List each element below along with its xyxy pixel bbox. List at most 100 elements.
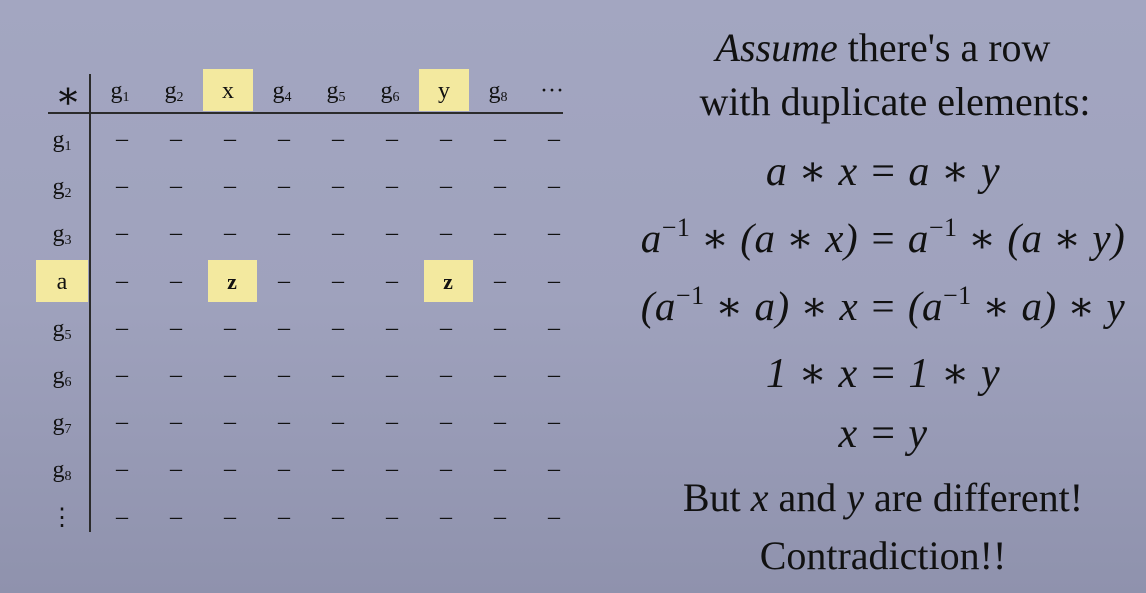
table-cell: – (170, 126, 182, 152)
equation-5: x = y (838, 411, 928, 457)
table-cell: – (278, 314, 290, 341)
table-horizontal-divider (48, 112, 563, 114)
table-cell: – (116, 173, 128, 200)
table-cell: – (386, 409, 398, 436)
inverse-exponent: −1 (942, 281, 972, 310)
table-cell: – (116, 126, 128, 152)
column-header: y (438, 78, 450, 104)
table-cell: – (332, 503, 344, 530)
table-cell: – (440, 314, 452, 341)
table-cell: – (494, 267, 506, 294)
equation-4: 1 ∗ x = 1 ∗ y (765, 351, 1001, 397)
column-header: g4 (272, 78, 292, 105)
table-cell: – (386, 126, 398, 152)
proof-panel: Assume there's a row with duplicate elem… (620, 0, 1146, 593)
column-header: ··· (540, 78, 564, 104)
table-cell: – (494, 220, 506, 247)
table-cell: – (170, 456, 182, 483)
table-cell: – (278, 267, 290, 294)
column-header: g2 (164, 78, 184, 105)
table-cell: – (494, 126, 506, 152)
table-cell: – (332, 220, 344, 247)
table-cell: – (116, 314, 128, 341)
table-cell: – (494, 362, 506, 388)
table-cell: – (494, 314, 506, 341)
but-line: But x and y are different! (682, 475, 1084, 520)
table-cell: – (548, 267, 560, 294)
table-cell: – (440, 126, 452, 152)
table-cell: – (548, 173, 560, 200)
table-cell: – (116, 267, 128, 294)
table-cell: – (224, 220, 236, 247)
table-cell: – (494, 409, 506, 436)
table-cell: – (224, 314, 236, 341)
table-cell-result: z (443, 268, 453, 294)
table-cell: – (278, 503, 290, 530)
table-cell: – (224, 409, 236, 436)
table-cell: – (386, 220, 398, 247)
table-cell: – (440, 220, 452, 247)
table-cell: – (386, 362, 398, 388)
table-cell: – (170, 314, 182, 341)
row-label: a (56, 268, 68, 295)
table-cell: – (116, 362, 128, 388)
table-cell: – (332, 456, 344, 483)
table-cell: – (386, 456, 398, 483)
assume-word: Assume (715, 25, 838, 70)
contradiction-line: Contradiction!! (759, 533, 1007, 578)
table-cell: – (170, 173, 182, 200)
inverse-exponent: −1 (675, 281, 705, 310)
table-cell: – (224, 126, 236, 152)
duplicate-elements-line: with duplicate elements: (699, 79, 1091, 124)
table-cell: – (548, 126, 560, 152)
table-cell: – (278, 362, 290, 388)
table-cell: – (116, 220, 128, 247)
row-label: g7 (52, 410, 72, 438)
table-cell: – (224, 456, 236, 483)
row-label: g6 (52, 363, 72, 390)
row-label: g8 (52, 457, 72, 485)
equation-3: (a−1 ∗ a) ∗ x = (a−1 ∗ a) ∗ y (640, 281, 1126, 330)
table-cell: – (278, 126, 290, 152)
table-cell: – (386, 503, 398, 530)
table-cell: – (170, 362, 182, 388)
table-cell: – (278, 173, 290, 200)
column-header: g5 (326, 78, 346, 105)
table-cell: – (440, 503, 452, 530)
table-cell: – (440, 173, 452, 200)
table-cell: – (548, 314, 560, 341)
table-cell: – (332, 409, 344, 436)
table-cell: – (386, 173, 398, 200)
table-cell: – (494, 456, 506, 483)
table-cell: – (332, 267, 344, 294)
table-cell: – (224, 503, 236, 530)
table-cell: – (440, 456, 452, 483)
table-cell: – (116, 456, 128, 483)
column-header: g6 (380, 78, 400, 105)
table-cell: – (494, 503, 506, 530)
table-cell: – (548, 503, 560, 530)
table-cell: – (116, 409, 128, 436)
table-cell: – (278, 409, 290, 436)
equation-1: a ∗ x = a ∗ y (765, 149, 1001, 195)
table-cell: – (170, 267, 182, 294)
table-cell: – (548, 362, 560, 388)
column-header: g8 (488, 78, 508, 105)
table-cell: – (548, 409, 560, 436)
table-cell-result: z (227, 268, 237, 294)
table-cell: – (332, 314, 344, 341)
row-label: g3 (52, 221, 72, 249)
assume-rest: there's a row (837, 25, 1051, 70)
inverse-exponent: −1 (661, 213, 691, 242)
table-cell: – (494, 173, 506, 200)
operation-symbol: ∗ (55, 75, 81, 117)
table-cell: – (548, 456, 560, 483)
assume-line: Assume there's a row (620, 24, 1146, 71)
table-vertical-divider (89, 74, 91, 532)
table-cell: – (224, 362, 236, 388)
table-cell: – (170, 503, 182, 530)
column-header: g1 (110, 78, 130, 105)
table-cell: – (332, 126, 344, 152)
table-cell: – (548, 220, 560, 247)
table-cell: – (170, 220, 182, 247)
